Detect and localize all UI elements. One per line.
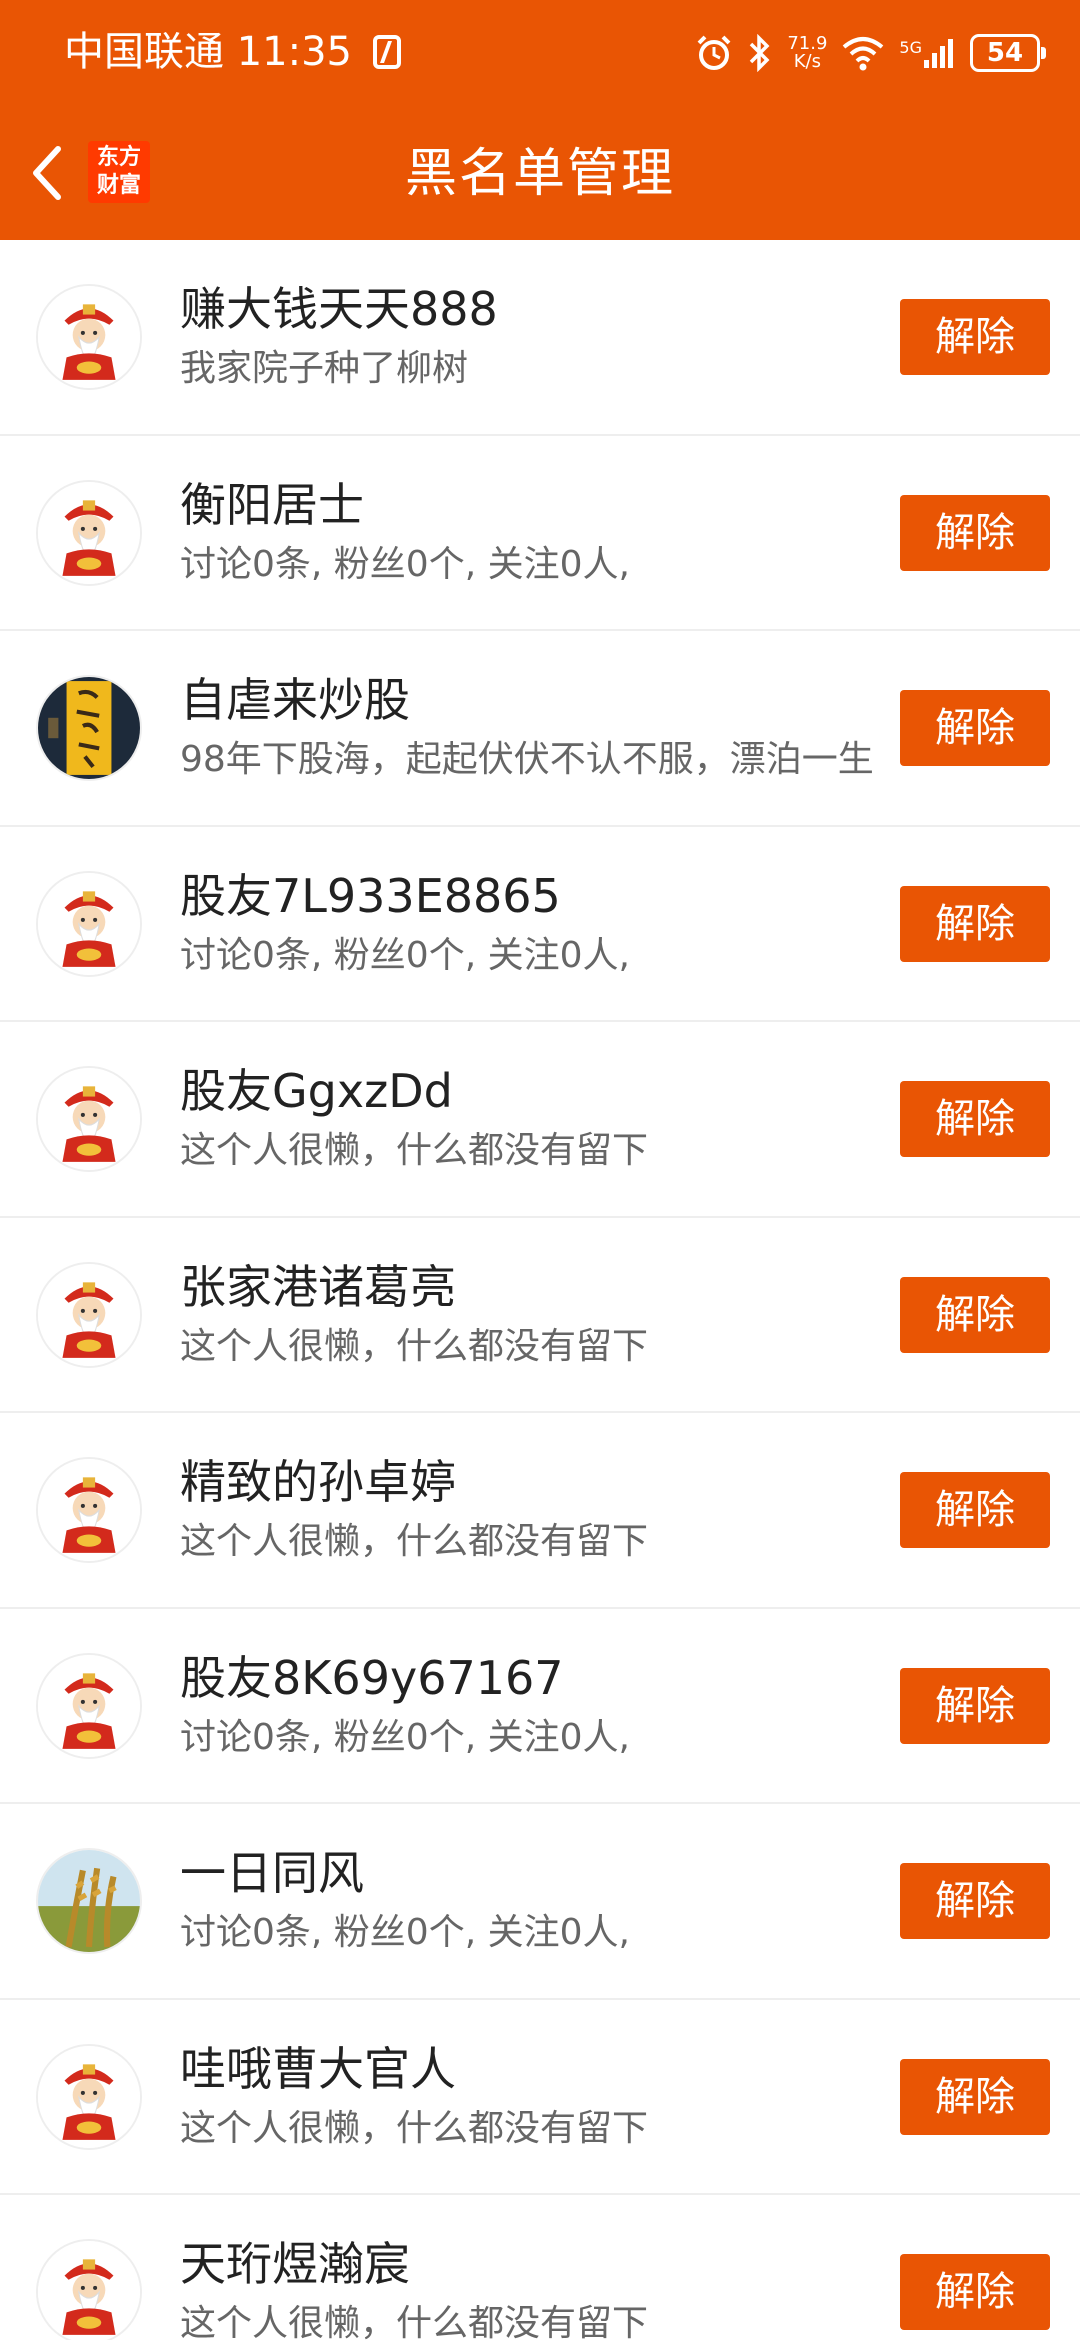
remove-button[interactable]: 解除 bbox=[900, 690, 1050, 766]
user-name: 精致的孙卓婷 bbox=[180, 1455, 456, 1509]
user-name: 天珩煜瀚宸 bbox=[180, 2237, 410, 2291]
blacklist-row: 哇哦曹大官人 这个人很懒，什么都没有留下 解除 bbox=[0, 2000, 1080, 2195]
alarm-icon bbox=[695, 34, 733, 72]
calligraphy-avatar-icon bbox=[38, 677, 140, 779]
user-bio: 我家院子种了柳树 bbox=[180, 348, 469, 389]
status-icons: 71.9 K/s 5G 54 bbox=[695, 28, 1046, 78]
battery-indicator: 54 bbox=[970, 34, 1046, 72]
nfc-icon bbox=[372, 35, 401, 69]
user-name: 哇哦曹大官人 bbox=[180, 2041, 456, 2096]
blacklist-row: 自虐来炒股 98年下股海，起起伏伏不认不服，漂泊一生 解除 bbox=[0, 631, 1080, 827]
blacklist-row: 一日同风 讨论0条, 粉丝0个, 关注0人, 解除 bbox=[0, 1804, 1080, 2000]
avatar bbox=[36, 1652, 142, 1759]
blacklist-row: 赚大钱天天888 我家院子种了柳树 解除 bbox=[0, 240, 1080, 436]
signal-label: 5G bbox=[899, 38, 922, 57]
page-title: 黑名单管理 bbox=[404, 144, 675, 204]
header: 中国联通 11:35 71.9 K/s 5G 54 东方 财富 黑名单管理 bbox=[0, 0, 1080, 240]
remove-button[interactable]: 解除 bbox=[900, 2254, 1050, 2330]
carrier-time: 中国联通 11:35 bbox=[64, 26, 401, 78]
remove-button[interactable]: 解除 bbox=[900, 1863, 1050, 1939]
remove-button[interactable]: 解除 bbox=[900, 1081, 1050, 1157]
wifi-icon bbox=[841, 35, 885, 71]
status-bar: 中国联通 11:35 71.9 K/s 5G 54 bbox=[0, 0, 1080, 105]
user-bio: 讨论0条, 粉丝0个, 关注0人, bbox=[180, 1716, 630, 1758]
fortune-god-avatar-icon bbox=[38, 1654, 140, 1757]
avatar bbox=[36, 1848, 142, 1954]
fortune-god-avatar-icon bbox=[38, 2241, 140, 2340]
avatar bbox=[36, 675, 142, 781]
user-name: 股友7L933E8865 bbox=[180, 868, 561, 923]
fortune-god-avatar-icon bbox=[38, 872, 140, 975]
user-name: 股友GgxzDd bbox=[180, 1064, 453, 1118]
bluetooth-icon bbox=[747, 34, 773, 72]
fortune-god-avatar-icon bbox=[38, 2045, 140, 2148]
blacklist: 赚大钱天天888 我家院子种了柳树 解除 衡阳居士 讨论0条, 粉丝0个, 关注… bbox=[0, 240, 1080, 2340]
title-bar: 东方 财富 黑名单管理 bbox=[0, 105, 1080, 240]
remove-button[interactable]: 解除 bbox=[900, 1667, 1050, 1744]
user-bio: 这个人很懒，什么都没有留下 bbox=[180, 2107, 649, 2149]
fortune-god-avatar-icon bbox=[38, 1459, 140, 1561]
cellular-signal-icon: 5G bbox=[899, 36, 956, 70]
fortune-god-avatar-icon bbox=[38, 286, 140, 388]
avatar bbox=[36, 2239, 142, 2340]
user-bio: 这个人很懒，什么都没有留下 bbox=[180, 1521, 649, 1562]
user-bio: 这个人很懒，什么都没有留下 bbox=[180, 2303, 649, 2340]
user-name: 衡阳居士 bbox=[180, 477, 364, 532]
avatar bbox=[36, 1261, 142, 1368]
user-name: 股友8K69y67167 bbox=[180, 1650, 564, 1705]
fortune-god-avatar-icon bbox=[38, 1068, 140, 1170]
blacklist-row: 股友7L933E8865 讨论0条, 粉丝0个, 关注0人, 解除 bbox=[0, 827, 1080, 1022]
blacklist-row: 精致的孙卓婷 这个人很懒，什么都没有留下 解除 bbox=[0, 1413, 1080, 1609]
network-speed-unit: K/s bbox=[793, 51, 821, 72]
remove-button[interactable]: 解除 bbox=[900, 1276, 1050, 1353]
fortune-god-avatar-icon bbox=[38, 1263, 140, 1366]
grain-field-avatar-icon bbox=[38, 1850, 140, 1952]
avatar bbox=[36, 1066, 142, 1172]
user-bio: 讨论0条, 粉丝0个, 关注0人, bbox=[180, 543, 630, 585]
user-name: 张家港诸葛亮 bbox=[180, 1259, 456, 1314]
user-name: 赚大钱天天888 bbox=[180, 282, 498, 336]
blacklist-row: 股友8K69y67167 讨论0条, 粉丝0个, 关注0人, 解除 bbox=[0, 1609, 1080, 1804]
remove-button[interactable]: 解除 bbox=[900, 1472, 1050, 1548]
avatar bbox=[36, 1457, 142, 1563]
user-bio: 这个人很懒，什么都没有留下 bbox=[180, 1325, 649, 1367]
remove-button[interactable]: 解除 bbox=[900, 494, 1050, 571]
clock: 11:35 bbox=[236, 29, 352, 75]
carrier-label: 中国联通 bbox=[64, 29, 224, 75]
user-name: 一日同风 bbox=[180, 1846, 364, 1900]
avatar bbox=[36, 284, 142, 390]
avatar bbox=[36, 479, 142, 586]
blacklist-row: 股友GgxzDd 这个人很懒，什么都没有留下 解除 bbox=[0, 1022, 1080, 1218]
remove-button[interactable]: 解除 bbox=[900, 299, 1050, 375]
user-name: 自虐来炒股 bbox=[180, 673, 410, 727]
network-speed: 71.9 K/s bbox=[787, 35, 827, 71]
blacklist-row: 天珩煜瀚宸 这个人很懒，什么都没有留下 解除 bbox=[0, 2195, 1080, 2340]
user-bio: 这个人很懒，什么都没有留下 bbox=[180, 1130, 649, 1171]
fortune-god-avatar-icon bbox=[38, 481, 140, 584]
blacklist-row: 张家港诸葛亮 这个人很懒，什么都没有留下 解除 bbox=[0, 1218, 1080, 1413]
blacklist-row: 衡阳居士 讨论0条, 粉丝0个, 关注0人, 解除 bbox=[0, 436, 1080, 631]
remove-button[interactable]: 解除 bbox=[900, 2058, 1050, 2135]
user-bio: 讨论0条, 粉丝0个, 关注0人, bbox=[180, 934, 630, 976]
user-bio: 98年下股海，起起伏伏不认不服，漂泊一生 bbox=[180, 739, 874, 780]
avatar bbox=[36, 870, 142, 977]
avatar bbox=[36, 2043, 142, 2150]
remove-button[interactable]: 解除 bbox=[900, 885, 1050, 962]
user-bio: 讨论0条, 粉丝0个, 关注0人, bbox=[180, 1912, 630, 1953]
